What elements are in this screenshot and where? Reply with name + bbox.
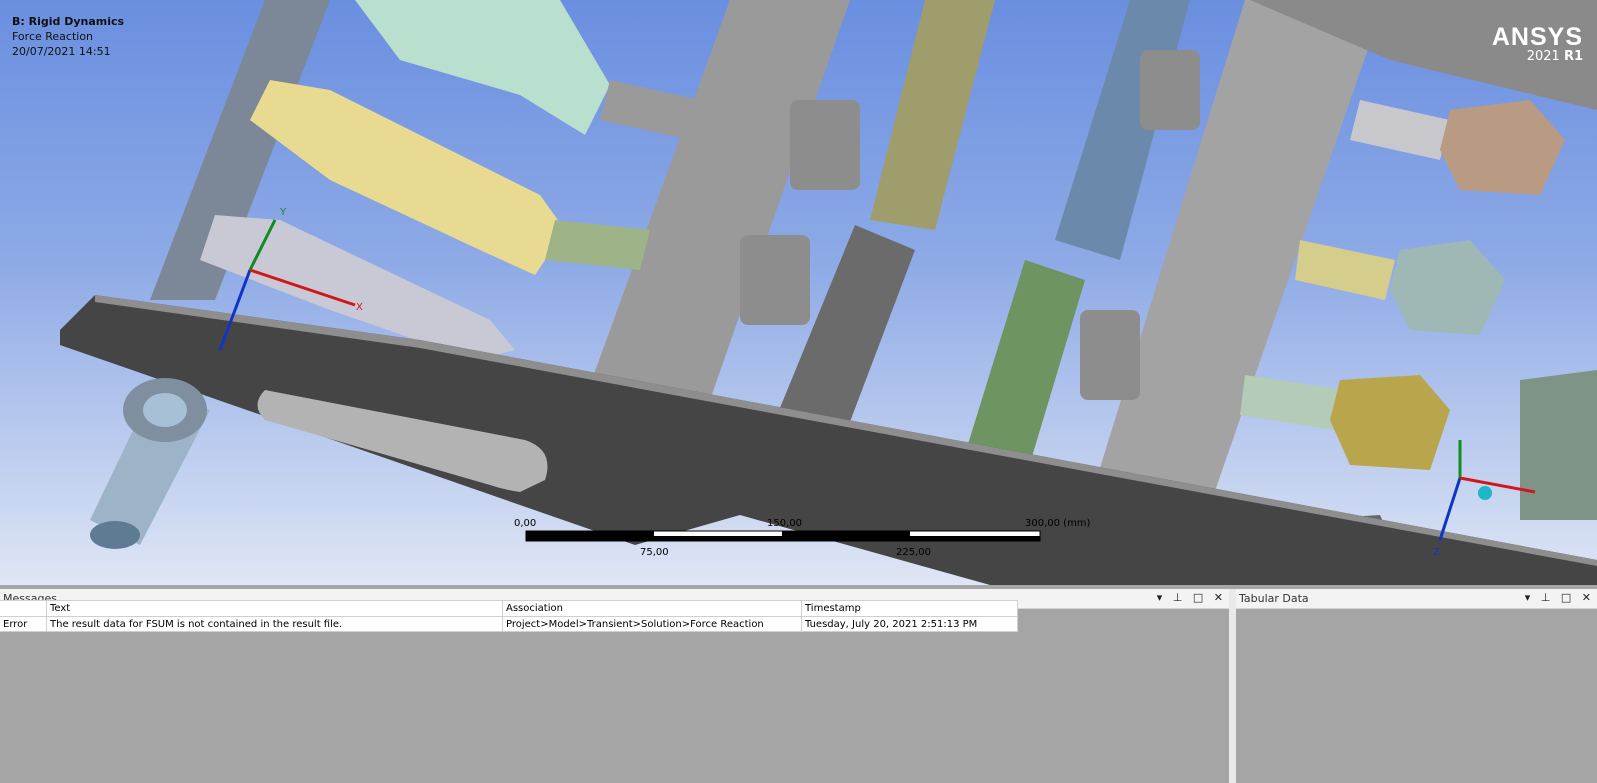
maximize-icon[interactable]: □ xyxy=(1561,591,1571,604)
pin-icon[interactable]: ⊥ xyxy=(1173,591,1183,604)
panel-splitter[interactable] xyxy=(1229,589,1236,783)
text-column-header[interactable]: Text xyxy=(46,600,503,617)
message-type: Error xyxy=(0,616,47,632)
dropdown-icon[interactable]: ▾ xyxy=(1525,591,1531,604)
close-icon[interactable]: ✕ xyxy=(1214,591,1223,604)
messages-panel: Messages ▾ ⊥ □ ✕ Text Association Timest… xyxy=(0,589,1229,783)
messages-table: Text Association Timestamp Error The res… xyxy=(0,600,1018,632)
table-row[interactable]: Error The result data for FSUM is not co… xyxy=(0,616,1018,632)
scale-label: 150,00 xyxy=(767,518,802,529)
scale-label: 225,00 xyxy=(896,547,931,558)
table-header-row: Text Association Timestamp xyxy=(0,600,1018,617)
messages-controls: ▾ ⊥ □ ✕ xyxy=(1150,591,1223,604)
message-association: Project>Model>Transient>Solution>Force R… xyxy=(502,616,802,632)
scale-label: 300,00 (mm) xyxy=(1025,518,1091,529)
scale-bar-graphic xyxy=(525,530,1041,542)
tabular-title: Tabular Data xyxy=(1239,592,1309,605)
close-icon[interactable]: ✕ xyxy=(1582,591,1591,604)
message-timestamp: Tuesday, July 20, 2021 2:51:13 PM xyxy=(801,616,1018,632)
tabular-controls: ▾ ⊥ □ ✕ xyxy=(1518,591,1591,604)
scale-label: 0,00 xyxy=(514,518,537,529)
tabular-header: Tabular Data ▾ ⊥ □ ✕ xyxy=(1236,589,1597,609)
scale-label: 75,00 xyxy=(640,547,669,558)
message-text: The result data for FSUM is not containe… xyxy=(46,616,503,632)
maximize-icon[interactable]: □ xyxy=(1193,591,1203,604)
type-column-header[interactable] xyxy=(0,600,47,617)
dropdown-icon[interactable]: ▾ xyxy=(1157,591,1163,604)
graphics-viewport[interactable]: X Y Z B: Rigid Dynamics Force Reaction 2… xyxy=(0,0,1597,585)
timestamp-column-header[interactable]: Timestamp xyxy=(801,600,1018,617)
pin-icon[interactable]: ⊥ xyxy=(1541,591,1551,604)
association-column-header[interactable]: Association xyxy=(502,600,802,617)
tabular-data-panel: Tabular Data ▾ ⊥ □ ✕ xyxy=(1236,589,1597,783)
